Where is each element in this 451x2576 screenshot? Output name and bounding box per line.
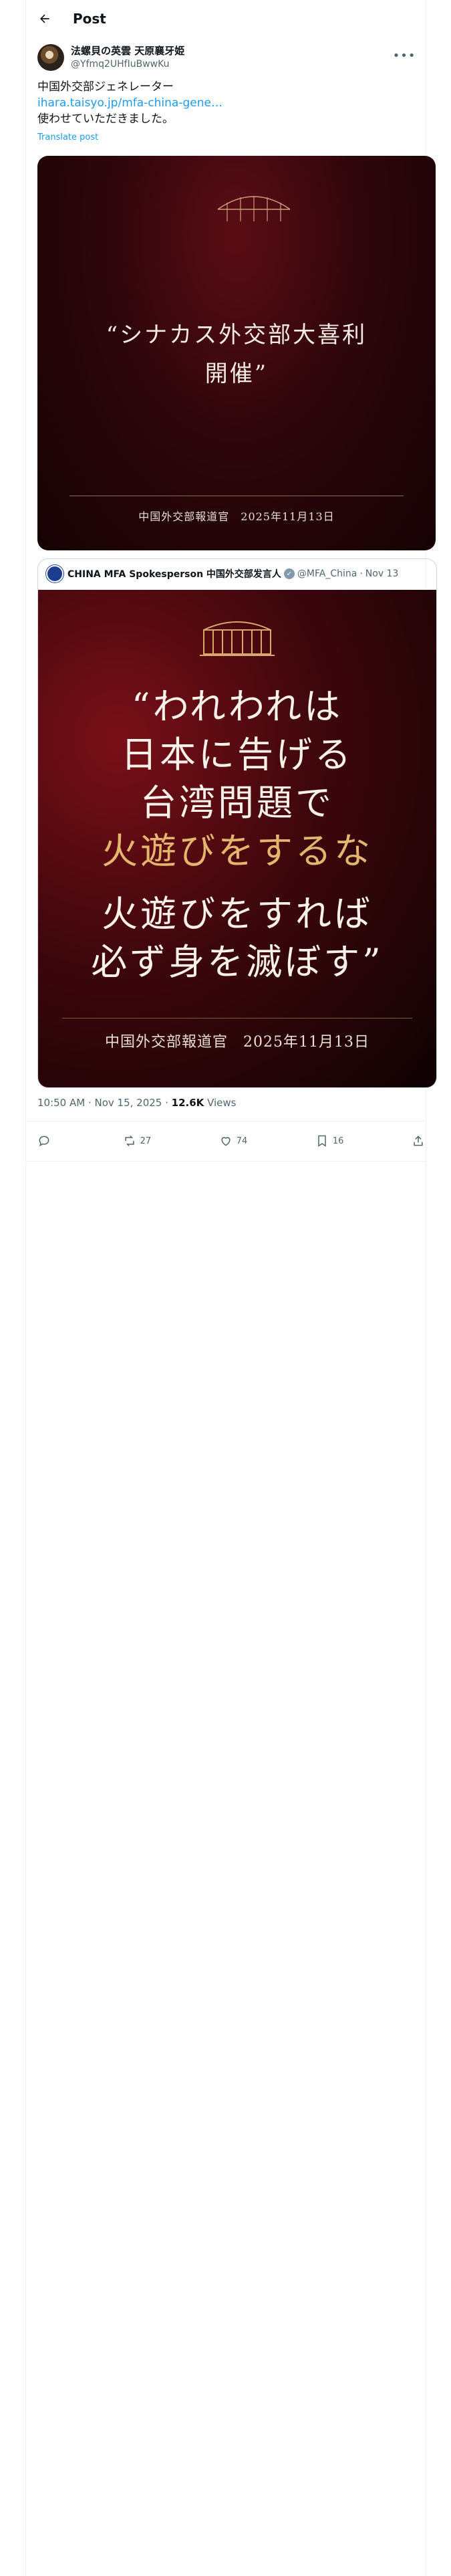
- quoted-post-header: CHINA MFA Spokesperson 中国外交部发言人 ✓ @MFA_C…: [46, 565, 399, 582]
- tweet-line-1: 中国外交部ジェネレーター: [37, 80, 174, 94]
- page-title: Post: [73, 11, 106, 27]
- like-button[interactable]: 74: [219, 1134, 248, 1148]
- image-quote-line-1: “シナカス外交部大喜利: [106, 322, 367, 348]
- share-button[interactable]: [412, 1134, 425, 1148]
- bookmark-count: 16: [332, 1136, 344, 1146]
- quoted-date: Nov 13: [365, 568, 399, 579]
- reply-icon: [39, 1136, 49, 1147]
- like-count: 74: [236, 1136, 248, 1146]
- views-count: 12.6K: [171, 1097, 204, 1109]
- quoted-line-1: “われわれは: [131, 685, 343, 728]
- bookmark-button[interactable]: 16: [315, 1134, 344, 1148]
- post-timestamp[interactable]: 10:50 AM · Nov 15, 2025 ·: [37, 1097, 172, 1109]
- repost-icon: [124, 1135, 134, 1147]
- reply-button[interactable]: [37, 1134, 55, 1148]
- share-icon: [414, 1136, 423, 1146]
- translate-post-link[interactable]: Translate post: [37, 132, 98, 142]
- views-label: Views: [204, 1097, 237, 1109]
- action-bar: 27 74 16: [37, 1128, 425, 1154]
- building-illustration: [200, 621, 275, 656]
- more-icon: •••: [392, 48, 416, 63]
- quoted-display-name: CHINA MFA Spokesperson 中国外交部发言人: [67, 569, 281, 580]
- quoted-separator: ·: [359, 568, 363, 579]
- like-icon: [221, 1137, 231, 1146]
- author-display-name[interactable]: 法螺貝の英雲 天原襄牙姫: [71, 44, 184, 58]
- avatar[interactable]: [37, 44, 64, 71]
- back-button[interactable]: [26, 0, 63, 37]
- quoted-image-footer: 中国外交部報道官 2025年11月13日: [105, 1034, 369, 1051]
- quoted-line-6: 必ず身を滅ぼす”: [91, 941, 384, 983]
- image-footer: 中国外交部報道官 2025年11月13日: [138, 510, 335, 523]
- tweet-line-3: 使わせていただきました。: [37, 112, 174, 126]
- repost-count: 27: [140, 1136, 152, 1146]
- header-bar: Post: [26, 0, 426, 37]
- left-border: [25, 0, 26, 2576]
- quoted-avatar: [46, 565, 63, 582]
- quoted-handle: @MFA_China: [297, 568, 357, 579]
- more-button[interactable]: •••: [392, 45, 416, 66]
- post-author: 法螺貝の英雲 天原襄牙姫 @Yfmq2UHfIuBwwKu •••: [37, 43, 418, 75]
- bookmark-icon: [318, 1135, 326, 1147]
- attached-image[interactable]: “シナカス外交部大喜利 開催” 中国外交部報道官 2025年11月13日: [37, 156, 436, 550]
- author-handle[interactable]: @Yfmq2UHfIuBwwKu: [71, 58, 184, 71]
- quoted-line-4: 火遊びをするな: [102, 830, 373, 872]
- divider: [26, 1161, 426, 1162]
- verified-icon: ✓: [283, 568, 295, 579]
- back-arrow-icon: [40, 14, 49, 23]
- tweet-link[interactable]: ihara.taisyo.jp/mfa-china-gene…: [37, 95, 412, 111]
- post-meta: 10:50 AM · Nov 15, 2025 · 12.6K Views: [37, 1097, 236, 1109]
- building-illustration: [217, 196, 291, 221]
- quoted-image[interactable]: “われわれは 日本に告げる 台湾問題で 火遊びをするな 火遊びをすれば 必ず身を…: [38, 590, 436, 1087]
- quoted-line-2: 日本に告げる: [121, 734, 353, 776]
- repost-button[interactable]: 27: [123, 1134, 152, 1148]
- quoted-line-5: 火遊びをすれば: [102, 893, 373, 935]
- image-quote-line-2: 開催”: [204, 360, 269, 387]
- quoted-line-3: 台湾問題で: [140, 782, 334, 824]
- tweet-text: 中国外交部ジェネレーター ihara.taisyo.jp/mfa-china-g…: [37, 79, 412, 127]
- quoted-post[interactable]: CHINA MFA Spokesperson 中国外交部发言人 ✓ @MFA_C…: [37, 558, 437, 1088]
